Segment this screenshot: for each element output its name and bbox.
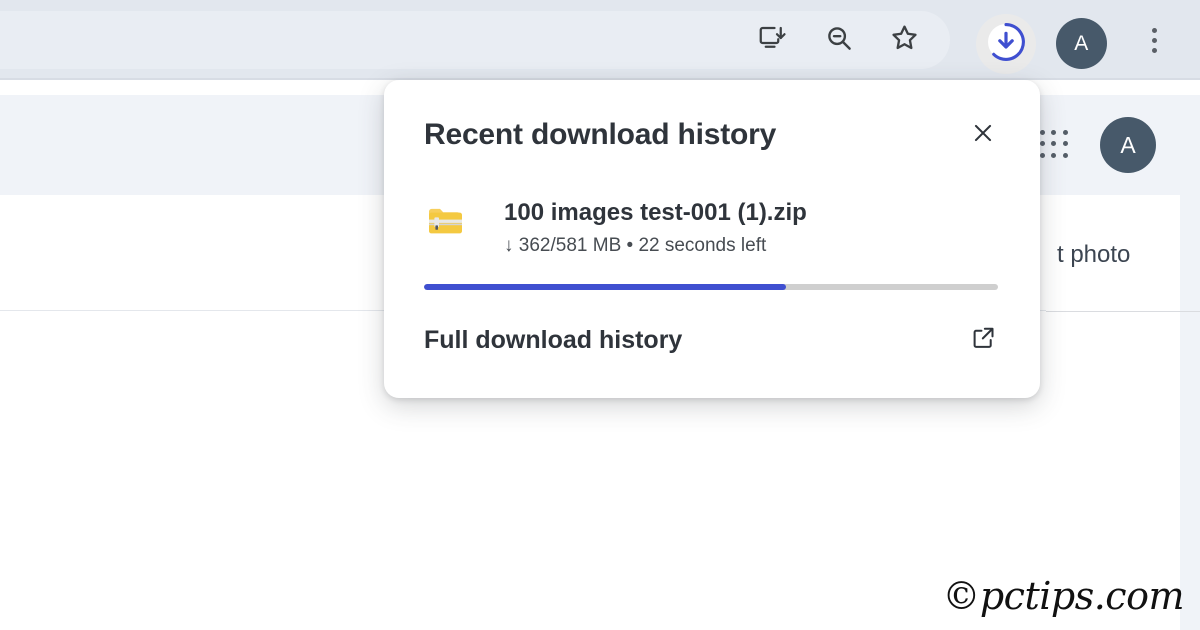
zip-folder-icon [424, 199, 470, 245]
content-card-divider [1046, 311, 1200, 312]
open-in-new-icon [970, 324, 997, 356]
popup-title: Recent download history [424, 118, 777, 151]
download-item[interactable]: 100 images test-001 (1).zip ↓ 362/581 MB… [424, 198, 1000, 257]
bookmark-star-button[interactable] [882, 19, 926, 61]
download-item-meta: 100 images test-001 (1).zip ↓ 362/581 MB… [504, 198, 807, 257]
open-in-new-button[interactable] [966, 323, 1000, 357]
download-filename: 100 images test-001 (1).zip [504, 199, 807, 226]
profile-avatar-initial: A [1074, 31, 1089, 55]
install-app-button[interactable] [750, 19, 794, 61]
chrome-menu-button[interactable] [1134, 19, 1174, 61]
bookmark-star-icon [889, 22, 920, 58]
download-status: ↓ 362/581 MB • 22 seconds left [504, 235, 767, 256]
download-history-popup: Recent download history 100 images test-… [384, 80, 1040, 398]
close-button[interactable] [966, 118, 1000, 152]
download-progress-fill [424, 284, 786, 290]
google-apps-grid-icon[interactable] [1040, 130, 1070, 160]
toolbar-omnibox-pill [0, 11, 950, 69]
profile-avatar-toolbar[interactable]: A [1056, 18, 1107, 69]
page-partial-text: t photo [1057, 241, 1131, 268]
install-app-icon [757, 23, 787, 58]
watermark: ©pctips.com [942, 574, 1184, 618]
zoom-out-button[interactable] [817, 19, 861, 61]
zoom-out-icon [824, 23, 854, 58]
download-progress-bar [424, 284, 998, 290]
three-dot-menu-icon [1151, 27, 1157, 53]
download-arrow-icon [985, 21, 1027, 68]
downloads-button[interactable] [976, 14, 1036, 74]
page-right-rail [1180, 95, 1200, 630]
full-download-history-row[interactable]: Full download history [424, 323, 1000, 357]
popup-header: Recent download history [424, 118, 1000, 152]
close-icon [970, 120, 996, 151]
account-avatar[interactable]: A [1100, 117, 1156, 173]
full-download-history-label: Full download history [424, 325, 683, 354]
account-avatar-initial: A [1120, 131, 1136, 158]
